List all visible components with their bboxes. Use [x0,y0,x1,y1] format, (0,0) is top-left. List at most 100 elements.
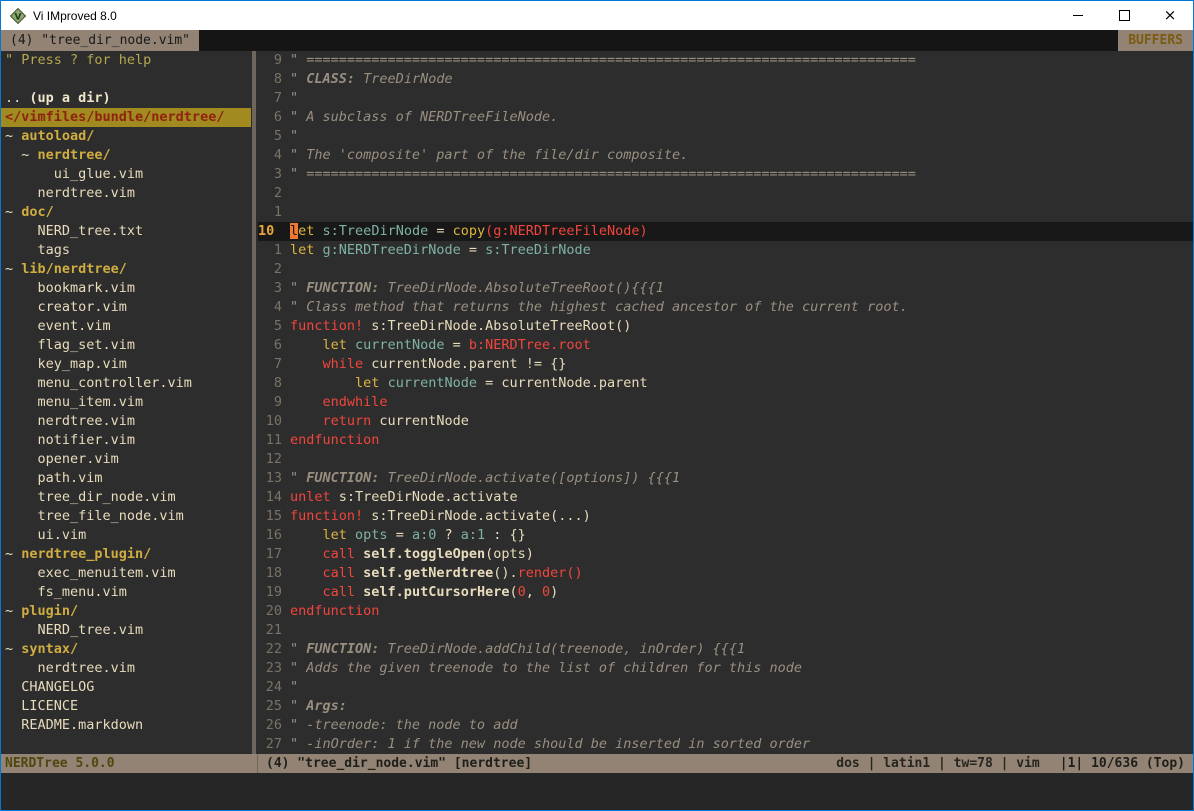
tree-item[interactable]: menu_item.vim [1,393,251,412]
cursor-line[interactable]: 10let s:TreeDirNode = copy(g:NERDTreeFil… [258,222,1193,241]
code-line[interactable]: 6 let currentNode = b:NERDTree.root [258,336,1193,355]
code-line[interactable]: 13" FUNCTION: TreeDirNode.activate([opti… [258,469,1193,488]
code-line[interactable]: 25" Args: [258,697,1193,716]
tree-item[interactable]: " Press ? for help [1,51,251,70]
code-line[interactable]: 22" FUNCTION: TreeDirNode.addChild(treen… [258,640,1193,659]
code-line[interactable]: 3" =====================================… [258,165,1193,184]
code-line[interactable]: 5" [258,127,1193,146]
line-number: 16 [258,526,290,545]
tree-item[interactable]: nerdtree.vim [1,659,251,678]
line-number: 9 [258,393,290,412]
tree-item[interactable]: ~ lib/nerdtree/ [1,260,251,279]
line-number: 27 [258,735,290,754]
tree-item[interactable]: tags [1,241,251,260]
statusline-filename: (4) "tree_dir_node.vim" [nerdtree] [266,754,532,773]
tree-item[interactable]: nerdtree.vim [1,412,251,431]
code-line[interactable]: 9 endwhile [258,393,1193,412]
code-line[interactable]: 7 while currentNode.parent != {} [258,355,1193,374]
code-line[interactable]: 17 call self.toggleOpen(opts) [258,545,1193,564]
tree-item[interactable]: CHANGELOG [1,678,251,697]
line-number: 13 [258,469,290,488]
tree-item[interactable]: event.vim [1,317,251,336]
code-line[interactable]: 5function! s:TreeDirNode.AbsoluteTreeRoo… [258,317,1193,336]
tree-item[interactable]: README.markdown [1,716,251,735]
tree-item[interactable]: tree_file_node.vim [1,507,251,526]
code-line[interactable]: 9" =====================================… [258,51,1193,70]
editor-pane: 9" =====================================… [258,51,1193,754]
tree-item[interactable]: menu_controller.vim [1,374,251,393]
tree-item[interactable]: bookmark.vim [1,279,251,298]
tree-item[interactable]: .. (up a dir) [1,89,251,108]
code-line[interactable]: 1let g:NERDTreeDirNode = s:TreeDirNode [258,241,1193,260]
code-line[interactable]: 4" Class method that returns the highest… [258,298,1193,317]
tree-item[interactable]: ~ syntax/ [1,640,251,659]
code-line[interactable]: 7" [258,89,1193,108]
vim-window: V Vi IMproved 8.0 × (4) "tree_dir_node.v… [0,0,1194,811]
window-separator[interactable] [251,51,258,754]
window-controls: × [1055,1,1193,30]
code-line[interactable]: 4" The 'composite' part of the file/dir … [258,146,1193,165]
maximize-icon [1119,10,1130,21]
tab-tree-dir-node[interactable]: (4) "tree_dir_node.vim" [1,30,199,51]
tree-item[interactable]: key_map.vim [1,355,251,374]
code-line[interactable]: 12 [258,450,1193,469]
code-line[interactable]: 16 let opts = a:0 ? a:1 : {} [258,526,1193,545]
tree-item[interactable]: ui.vim [1,526,251,545]
line-number: 3 [258,165,290,184]
code-line[interactable]: 6" A subclass of NERDTreeFileNode. [258,108,1193,127]
tree-item[interactable]: notifier.vim [1,431,251,450]
vim-logo-icon: V [10,8,26,24]
code-line[interactable]: 20endfunction [258,602,1193,621]
tree-item[interactable]: ~ doc/ [1,203,251,222]
code-line[interactable]: 14unlet s:TreeDirNode.activate [258,488,1193,507]
tree-item[interactable]: nerdtree.vim [1,184,251,203]
line-number: 2 [258,260,290,279]
close-button[interactable]: × [1147,1,1193,30]
code-line[interactable]: 26" -treenode: the node to add [258,716,1193,735]
code-line[interactable]: 23" Adds the given treenode to the list … [258,659,1193,678]
code-line[interactable]: 11endfunction [258,431,1193,450]
code-line[interactable]: 2 [258,184,1193,203]
code-line[interactable]: 10 return currentNode [258,412,1193,431]
minimize-button[interactable] [1055,1,1101,30]
tree-root-item[interactable]: </vimfiles/bundle/nerdtree/ [1,108,251,127]
line-number: 24 [258,678,290,697]
line-number: 10 [258,412,290,431]
tree-item[interactable]: creator.vim [1,298,251,317]
tree-item[interactable]: ~ autoload/ [1,127,251,146]
tree-item[interactable]: ~ nerdtree/ [1,146,251,165]
tree-item[interactable]: NERD_tree.txt [1,222,251,241]
tree-item[interactable]: LICENCE [1,697,251,716]
tree-item[interactable]: opener.vim [1,450,251,469]
tree-item[interactable]: ~ nerdtree_plugin/ [1,545,251,564]
code-line[interactable]: 8 let currentNode = currentNode.parent [258,374,1193,393]
code-line[interactable]: 1 [258,203,1193,222]
tree-item[interactable]: tree_dir_node.vim [1,488,251,507]
tree-item[interactable]: fs_menu.vim [1,583,251,602]
statusline: NERDTree 5.0.0 (4) "tree_dir_node.vim" [… [1,754,1193,773]
tree-item[interactable]: exec_menuitem.vim [1,564,251,583]
code-line[interactable]: 27" -inOrder: 1 if the new node should b… [258,735,1193,754]
tabline: (4) "tree_dir_node.vim" BUFFERS [1,30,1193,51]
tree-item[interactable]: path.vim [1,469,251,488]
tabline-fill [199,30,1118,51]
code-line[interactable]: 21 [258,621,1193,640]
code-line[interactable]: 15function! s:TreeDirNode.activate(...) [258,507,1193,526]
code-line[interactable]: 2 [258,260,1193,279]
code-line[interactable]: 19 call self.putCursorHere(0, 0) [258,583,1193,602]
command-line[interactable] [1,773,1193,810]
tree-item[interactable]: ~ plugin/ [1,602,251,621]
line-number: 22 [258,640,290,659]
tree-item[interactable]: NERD_tree.vim [1,621,251,640]
line-number: 15 [258,507,290,526]
code-line[interactable]: 8" CLASS: TreeDirNode [258,70,1193,89]
tree-item[interactable]: flag_set.vim [1,336,251,355]
code-line[interactable]: 24" [258,678,1193,697]
maximize-button[interactable] [1101,1,1147,30]
line-number: 12 [258,450,290,469]
code-line[interactable]: 3" FUNCTION: TreeDirNode.AbsoluteTreeRoo… [258,279,1193,298]
tree-item[interactable]: ui_glue.vim [1,165,251,184]
minimize-icon [1073,15,1083,16]
editor-statusline: (4) "tree_dir_node.vim" [nerdtree] dos |… [258,754,1193,773]
code-line[interactable]: 18 call self.getNerdtree().render() [258,564,1193,583]
